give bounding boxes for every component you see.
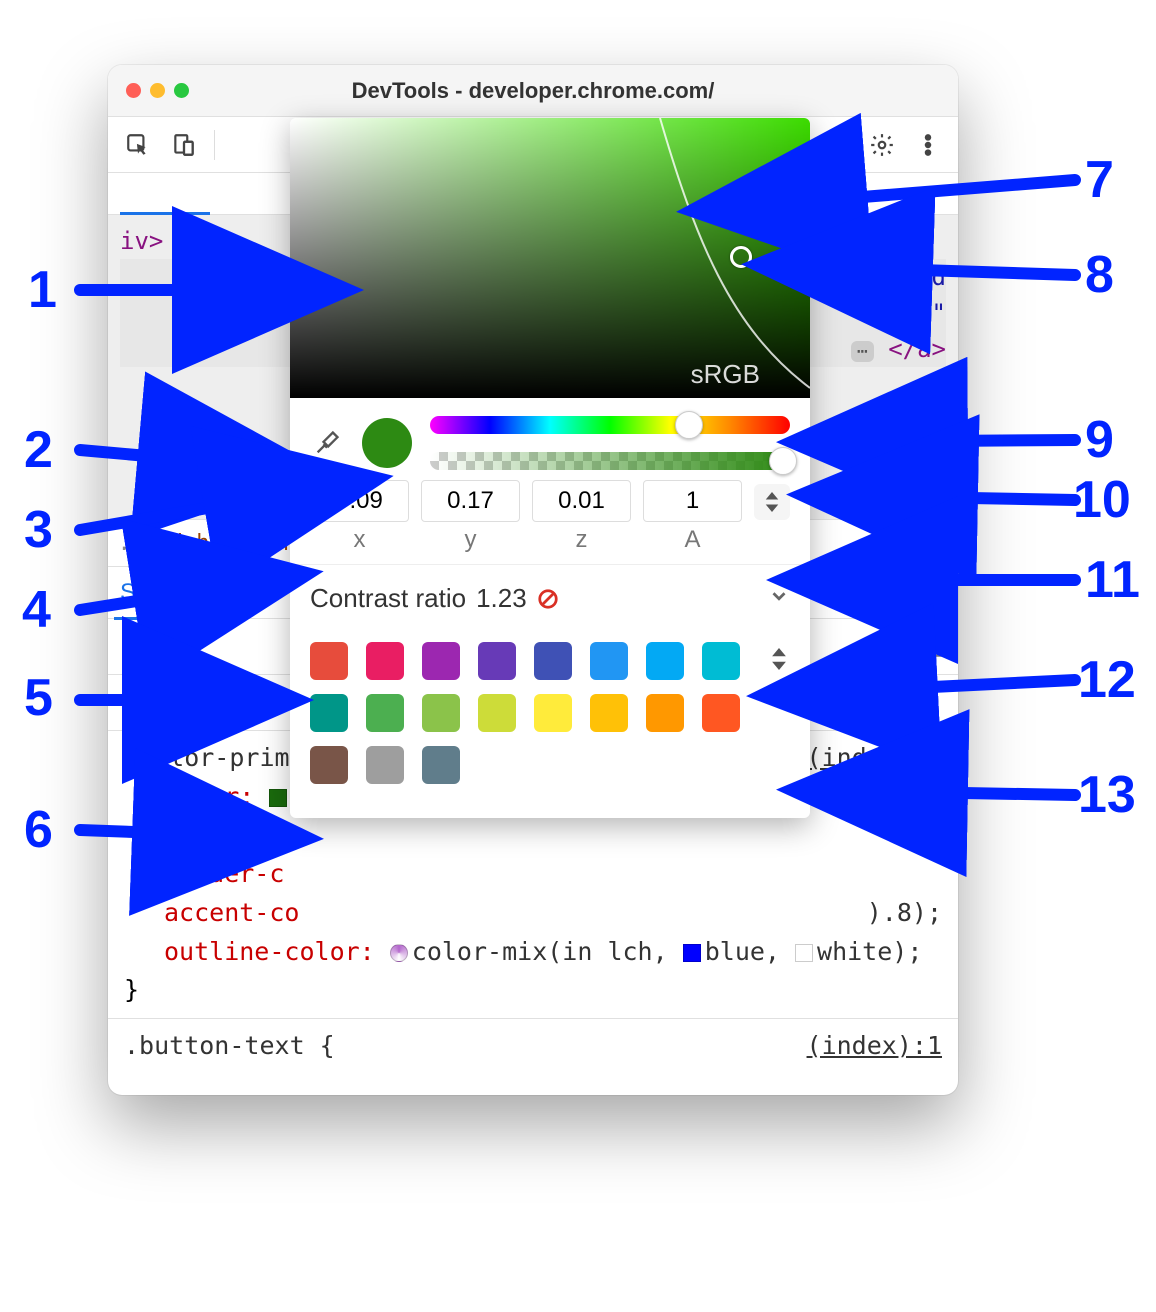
- palette-swatch[interactable]: [422, 746, 460, 784]
- crumb-item[interactable]: ard.hairlin: [143, 531, 289, 556]
- dom-frag: iv>: [120, 227, 163, 255]
- dom-frag: </a>: [888, 335, 946, 363]
- annotation-4: 4: [22, 580, 51, 640]
- css-prop[interactable]: color:: [164, 782, 254, 811]
- css-prop[interactable]: outline-color:: [164, 937, 375, 966]
- palette-swatch[interactable]: [702, 694, 740, 732]
- traffic-lights: [126, 83, 189, 98]
- palette-swatch[interactable]: [646, 642, 684, 680]
- window-title: DevTools - developer.chrome.com/: [108, 78, 958, 104]
- zoom-icon[interactable]: [174, 83, 189, 98]
- crumb-ellipsis[interactable]: …: [122, 531, 135, 556]
- annotation-11: 11: [1085, 550, 1140, 610]
- value-inputs: x y z A: [290, 478, 810, 564]
- annotation-8: 8: [1085, 245, 1114, 305]
- hov-icon[interactable]: [870, 629, 906, 665]
- contrast-label: Contrast ratio: [310, 583, 466, 614]
- palette-swatch[interactable]: [590, 642, 628, 680]
- annotation-3: 3: [24, 500, 53, 560]
- gamut-label: sRGB: [691, 359, 760, 390]
- palette-swatch[interactable]: [310, 642, 348, 680]
- palette-swatch[interactable]: [422, 694, 460, 732]
- palette-swatch[interactable]: [646, 694, 684, 732]
- palette-swatch[interactable]: [310, 694, 348, 732]
- y-input[interactable]: [421, 480, 520, 522]
- x-input[interactable]: [310, 480, 409, 522]
- color-swatch[interactable]: [390, 944, 408, 962]
- annotation-6: 6: [24, 800, 53, 860]
- css-selector[interactable]: .color-prima: [124, 743, 305, 772]
- css-source-link[interactable]: (index):1: [807, 739, 942, 778]
- color-swatch[interactable]: [795, 944, 813, 962]
- color-preview: [362, 418, 412, 468]
- color-swatch[interactable]: [269, 789, 287, 807]
- kebab-icon[interactable]: [912, 129, 944, 161]
- css-source-link[interactable]: (index):1: [807, 1027, 942, 1066]
- dom-frag: rimary d: [830, 263, 946, 291]
- fail-icon: [537, 588, 559, 610]
- palette-swatch[interactable]: [478, 694, 516, 732]
- a-input[interactable]: [643, 480, 742, 522]
- palette-swatch[interactable]: [590, 694, 628, 732]
- contrast-value: 1.23: [476, 583, 527, 614]
- color-picker: sRGB x y z A Contrast ratio 1.23: [290, 118, 810, 818]
- settings-icon[interactable]: [866, 129, 898, 161]
- palette-swatch[interactable]: [702, 642, 740, 680]
- z-input[interactable]: [532, 480, 631, 522]
- chevron-down-icon[interactable]: [768, 583, 790, 614]
- annotation-12: 12: [1078, 650, 1136, 710]
- palette-swatch[interactable]: [422, 642, 460, 680]
- hue-slider[interactable]: [430, 416, 790, 434]
- tab-styles[interactable]: Styles: [120, 579, 185, 607]
- annotation-7: 7: [1085, 150, 1114, 210]
- palette: [290, 632, 810, 818]
- eyedropper-icon[interactable]: [310, 426, 344, 460]
- format-switch-icon[interactable]: [754, 484, 790, 520]
- alpha-slider[interactable]: [430, 452, 790, 470]
- minimize-icon[interactable]: [150, 83, 165, 98]
- titlebar: DevTools - developer.chrome.com/: [108, 65, 958, 117]
- crumb-item[interactable]: a.outl: [865, 531, 944, 556]
- annotation-5: 5: [24, 668, 53, 728]
- annotation-2: 2: [24, 420, 53, 480]
- palette-swatch[interactable]: [534, 642, 572, 680]
- inspect-icon[interactable]: [122, 129, 154, 161]
- annotation-1: 1: [28, 260, 57, 320]
- tab-computed[interactable]: Cor: [217, 579, 256, 607]
- css-prop[interactable]: border-c: [164, 859, 284, 888]
- ellipsis-icon[interactable]: ⋯: [851, 341, 874, 362]
- spectrum-cursor[interactable]: [730, 246, 752, 268]
- palette-swatch[interactable]: [366, 642, 404, 680]
- css-selector[interactable]: .button-text {: [124, 1031, 335, 1060]
- css-prop[interactable]: accent-co: [164, 898, 299, 927]
- annotation-9: 9: [1085, 410, 1114, 470]
- spectrum[interactable]: sRGB: [290, 118, 810, 398]
- palette-switch-icon[interactable]: [772, 648, 790, 674]
- css-prop[interactable]: backgr: [164, 820, 254, 849]
- palette-swatch[interactable]: [478, 642, 516, 680]
- device-toggle-icon[interactable]: [168, 129, 200, 161]
- palette-swatch[interactable]: [366, 746, 404, 784]
- close-icon[interactable]: [126, 83, 141, 98]
- dom-frag: utton": [859, 299, 946, 327]
- palette-swatch[interactable]: [366, 694, 404, 732]
- annotation-10: 10: [1073, 470, 1131, 530]
- contrast-row[interactable]: Contrast ratio 1.23: [290, 564, 810, 632]
- annotation-13: 13: [1078, 765, 1136, 825]
- color-swatch[interactable]: [683, 944, 701, 962]
- cls-icon[interactable]: [914, 629, 950, 665]
- palette-swatch[interactable]: [310, 746, 348, 784]
- palette-swatch[interactable]: [534, 694, 572, 732]
